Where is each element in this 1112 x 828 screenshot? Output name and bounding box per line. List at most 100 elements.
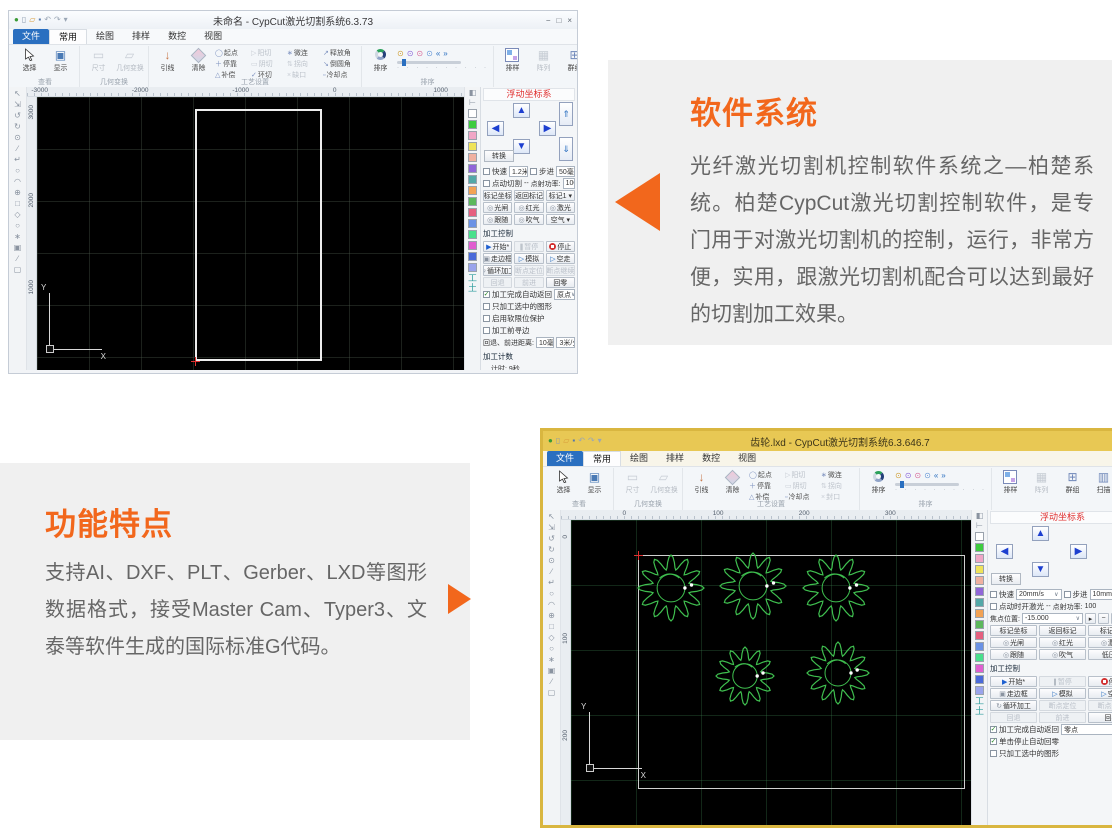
draw-tool-icon[interactable]: ⊕	[548, 612, 555, 620]
draw-tool-icon[interactable]: ∗	[14, 233, 21, 241]
dropdown[interactable]: 50毫米∨	[556, 166, 575, 177]
panel-button[interactable]: ▣走边框	[990, 688, 1037, 699]
toggle-button[interactable]: ◎跟随	[483, 214, 512, 225]
draw-tool-icon[interactable]: ▢	[548, 689, 556, 697]
sort-mini-icon[interactable]: «	[436, 49, 440, 58]
draw-tool-icon[interactable]: ↺	[548, 535, 555, 543]
checkbox[interactable]: 点动时开激光	[990, 601, 1044, 612]
tab-6[interactable]: 视图	[195, 29, 231, 44]
nozzle-down-button[interactable]: ⇓	[559, 137, 573, 161]
draw-tool-icon[interactable]: ○	[15, 222, 20, 230]
stop-button[interactable]: 停止	[546, 241, 575, 252]
drawing-canvas[interactable]: YX	[571, 520, 971, 825]
checkbox[interactable]: 快速	[990, 589, 1014, 600]
layer-swatch[interactable]	[468, 131, 477, 140]
sort-mini-icon[interactable]: ⊙	[895, 471, 902, 480]
toggle-button[interactable]: ◎吹气	[514, 214, 543, 225]
draw-tool-icon[interactable]: ∕	[17, 255, 18, 263]
draw-tool-icon[interactable]: ◠	[14, 178, 21, 186]
checkbox[interactable]: 步进	[1064, 589, 1088, 600]
ribbon-button[interactable]: ↓引线	[153, 47, 182, 73]
jog-up-button[interactable]: ▲	[1032, 526, 1049, 541]
pause-button[interactable]: ∥暂停	[514, 241, 543, 252]
panel-button[interactable]: ↻循环加工	[990, 700, 1037, 711]
sort-slider[interactable]	[895, 483, 959, 486]
layer-swatch[interactable]	[468, 109, 477, 118]
ribbon-button[interactable]: 选择	[549, 469, 578, 495]
sort-mini-icon[interactable]: ⊙	[407, 49, 414, 58]
layer-swatch[interactable]	[468, 175, 477, 184]
layer-swatch[interactable]	[975, 609, 984, 618]
layer-swatch[interactable]	[975, 686, 984, 695]
sort-mini-icon[interactable]: ⊙	[426, 49, 433, 58]
draw-tool-icon[interactable]: ⇲	[14, 101, 21, 109]
ribbon-button[interactable]: 选择	[15, 47, 44, 73]
panel-button[interactable]: 返回标记	[514, 190, 543, 201]
checkbox[interactable]: 点动切割	[483, 178, 522, 189]
sort-button[interactable]: 排序	[366, 47, 395, 73]
tab-4[interactable]: 排样	[657, 451, 693, 466]
layer-swatch[interactable]	[468, 120, 477, 129]
draw-tool-icon[interactable]: ○	[549, 590, 554, 598]
layer-swatch[interactable]	[468, 208, 477, 217]
panel-button[interactable]: 低压 ▾	[1088, 649, 1112, 660]
jog-down-button[interactable]: ▼	[513, 139, 530, 154]
draw-tool-icon[interactable]: ∗	[548, 656, 555, 664]
ribbon-button[interactable]: 清除	[718, 469, 747, 495]
mini-button[interactable]: ▭阴切	[785, 481, 819, 491]
slider-thumb[interactable]	[402, 59, 406, 66]
layer-swatch[interactable]	[975, 587, 984, 596]
panel-button[interactable]: 回零	[1088, 712, 1112, 723]
panel-button[interactable]: 标记坐标	[483, 190, 512, 201]
layer-swatch[interactable]	[468, 252, 477, 261]
sort-mini-icon[interactable]: »	[941, 471, 945, 480]
draw-tool-icon[interactable]: ▢	[14, 266, 22, 274]
drawing-canvas[interactable]: YX	[37, 97, 464, 370]
tab-3[interactable]: 绘图	[87, 29, 123, 44]
layer-swatch[interactable]	[468, 153, 477, 162]
ribbon-button[interactable]: 排样	[996, 469, 1025, 495]
checkbox[interactable]: 快速	[483, 166, 507, 177]
panel-button[interactable]: 标记1 ▾	[546, 190, 575, 201]
checkbox[interactable]: ✓单击停止自动回零	[990, 736, 1059, 747]
start-button[interactable]: ▶开始*	[483, 241, 512, 252]
draw-tool-icon[interactable]: □	[15, 200, 20, 208]
ribbon-button[interactable]: ▥扫描	[1089, 469, 1112, 495]
jog-mode-button[interactable]: 转换	[991, 573, 1021, 585]
layer-tool-icon[interactable]: 工	[975, 697, 984, 705]
ribbon-button[interactable]: ⊞群组	[1058, 469, 1087, 495]
layer-swatch[interactable]	[975, 642, 984, 651]
layer-swatch[interactable]	[468, 241, 477, 250]
mini-button[interactable]: ▭阴切	[251, 59, 285, 69]
layer-swatch[interactable]	[468, 142, 477, 151]
toggle-button[interactable]: ◎激光	[546, 202, 575, 213]
draw-tool-icon[interactable]: ∕	[17, 145, 18, 153]
toggle-button[interactable]: ◎光闸	[990, 637, 1037, 648]
sort-mini-icon[interactable]: ⊙	[416, 49, 423, 58]
layer-swatch[interactable]	[975, 543, 984, 552]
layer-swatch[interactable]	[975, 631, 984, 640]
toggle-button[interactable]: ◎光闸	[483, 202, 512, 213]
checkbox[interactable]: 只加工选中的图形	[990, 748, 1059, 759]
mini-button[interactable]: ▷阳切	[251, 48, 285, 58]
draw-tool-icon[interactable]: ∕	[551, 678, 552, 686]
mini-button[interactable]: ＋停靠	[749, 481, 783, 491]
ribbon-button[interactable]: ▣显示	[46, 47, 75, 73]
simulate-button[interactable]: ▷空走	[546, 253, 575, 264]
panel-button[interactable]: 标记1 ▾	[1088, 625, 1112, 636]
draw-tool-icon[interactable]: ○	[549, 645, 554, 653]
layer-swatch[interactable]	[975, 653, 984, 662]
jog-right-button[interactable]: ▶	[1070, 544, 1087, 559]
draw-tool-icon[interactable]: ◇	[14, 211, 20, 219]
dropdown[interactable]: -15.000∨	[1022, 613, 1083, 624]
checkbox[interactable]: 启用软限位保护	[483, 313, 545, 324]
toggle-button[interactable]: ◎红光	[1039, 637, 1086, 648]
sort-mini-icon[interactable]: ⊙	[914, 471, 921, 480]
tab-1[interactable]: 文件	[13, 29, 49, 44]
sort-mini-icon[interactable]: ⊙	[397, 49, 404, 58]
layer-swatch[interactable]	[975, 675, 984, 684]
dropdown[interactable]: 10毫∨	[536, 337, 555, 348]
draw-tool-icon[interactable]: ▣	[548, 667, 556, 675]
jog-left-button[interactable]: ◀	[487, 121, 504, 136]
tab-5[interactable]: 数控	[159, 29, 195, 44]
